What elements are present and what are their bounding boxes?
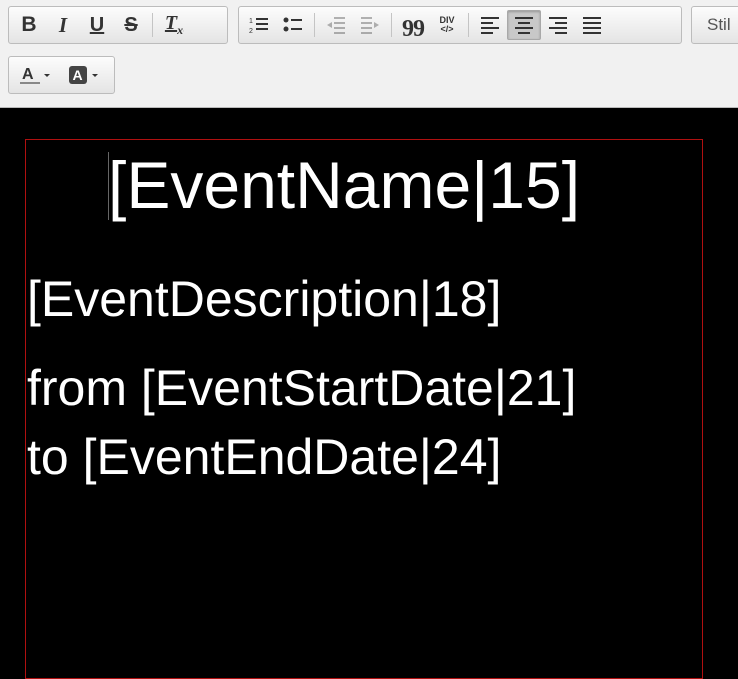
bold-icon: B [21, 13, 37, 36]
decrease-indent-button[interactable] [319, 10, 353, 40]
decrease-indent-icon [327, 17, 345, 34]
numbered-list-button[interactable]: 1 2 [242, 10, 276, 40]
remove-format-button[interactable]: Tx [157, 10, 191, 40]
bulleted-list-button[interactable] [276, 10, 310, 40]
align-left-button[interactable] [473, 10, 507, 40]
styles-dropdown-label: Stil [707, 15, 731, 34]
align-justify-button[interactable] [575, 10, 609, 40]
blockquote-icon: 99 [402, 15, 425, 42]
align-left-icon [481, 17, 499, 34]
editor-toolbar: B I U S Tx 1 2 99 DIV </> Stil A A [0, 0, 738, 108]
text-color-button[interactable]: A [12, 60, 60, 90]
background-color-button[interactable]: A [60, 60, 108, 90]
align-right-icon [549, 17, 567, 34]
editor-content-area[interactable]: [EventName|15] [EventDescription|18] fro… [0, 108, 738, 679]
align-center-icon [515, 17, 533, 34]
svg-text:2: 2 [249, 28, 253, 34]
background-color-icon: A [69, 66, 98, 84]
svg-text:A: A [22, 66, 34, 83]
strikethrough-button[interactable]: S [114, 10, 148, 40]
basic-styles-group: B I U S Tx [8, 6, 228, 44]
underline-button[interactable]: U [80, 10, 114, 40]
remove-format-icon: Tx [164, 12, 184, 37]
create-div-icon: DIV </> [439, 15, 455, 34]
separator [468, 13, 469, 37]
bold-button[interactable]: B [12, 10, 46, 40]
italic-icon: I [58, 12, 68, 37]
align-center-button[interactable] [507, 10, 541, 40]
colors-group: A A [8, 56, 115, 94]
event-end-date-line[interactable]: to [EventEndDate|24] [27, 429, 501, 485]
svg-text:A: A [73, 67, 83, 83]
align-justify-icon [583, 17, 601, 34]
paragraph-group: 1 2 99 DIV </> [238, 6, 682, 44]
separator [391, 13, 392, 37]
align-right-button[interactable] [541, 10, 575, 40]
create-div-button[interactable]: DIV </> [430, 10, 464, 40]
italic-button[interactable]: I [46, 10, 80, 40]
underline-icon: U [89, 13, 105, 36]
bulleted-list-icon [283, 17, 302, 32]
numbered-list-icon: 1 2 [249, 18, 268, 34]
blockquote-button[interactable]: 99 [396, 10, 430, 42]
strikethrough-icon: S [124, 13, 138, 36]
text-color-icon: A [20, 66, 50, 84]
styles-dropdown[interactable]: Stil [691, 6, 738, 44]
event-name-heading[interactable]: [EventName|15] [108, 145, 580, 225]
event-description-paragraph[interactable]: [EventDescription|18] [27, 268, 501, 330]
increase-indent-icon [361, 17, 379, 34]
event-start-date-line[interactable]: from [EventStartDate|21] [27, 360, 576, 416]
separator [314, 13, 315, 37]
svg-text:1: 1 [249, 18, 253, 25]
separator [152, 13, 153, 37]
increase-indent-button[interactable] [353, 10, 387, 40]
